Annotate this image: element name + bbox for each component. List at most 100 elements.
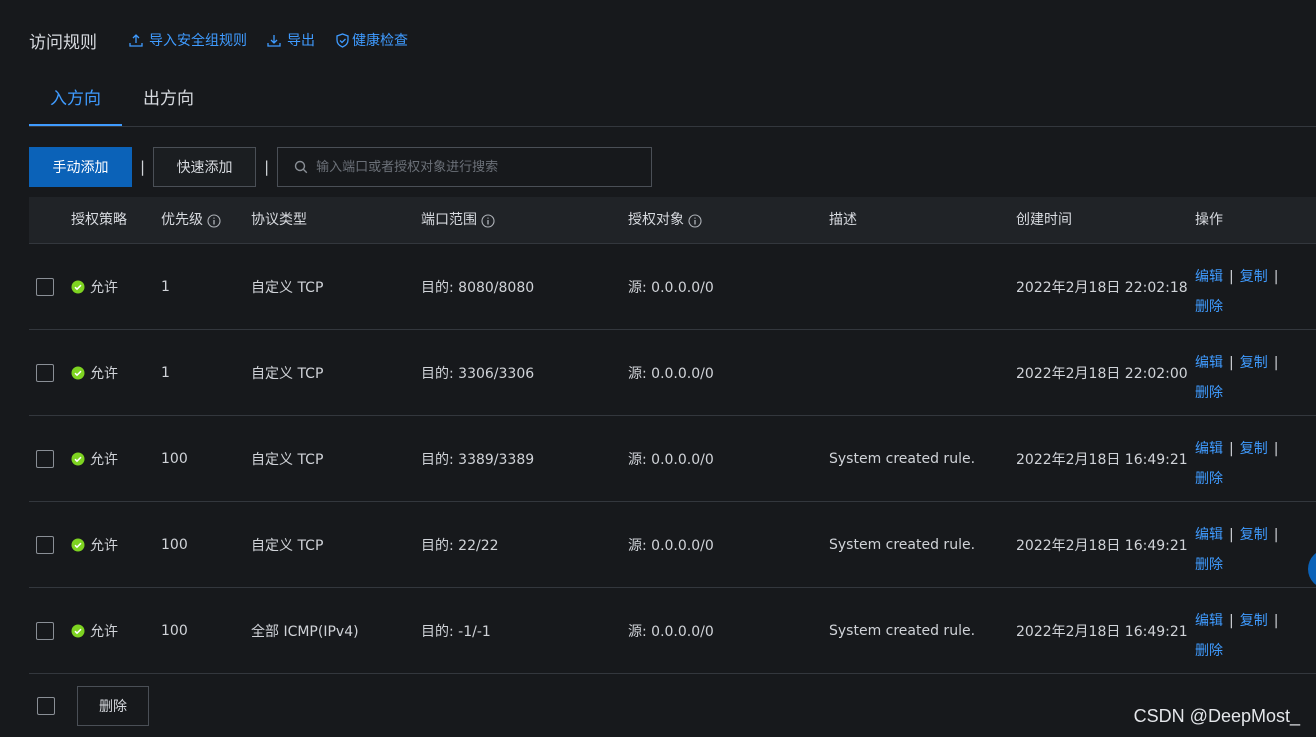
- row-cell-checkbox: [36, 244, 54, 330]
- manual-add-button[interactable]: 手动添加: [29, 147, 132, 187]
- info-icon[interactable]: [207, 213, 221, 228]
- rules-table: 授权策略 优先级 协议类型 端口范围 授权对象 描述 创建时间 操作 允许 1 自定…: [29, 197, 1316, 674]
- priority-value: 1: [161, 279, 170, 295]
- delete-link[interactable]: 删除: [1195, 385, 1223, 401]
- auth-object-value: 源: 0.0.0.0/0: [628, 280, 714, 296]
- batch-delete-button[interactable]: 删除: [77, 686, 149, 726]
- protocol-value: 自定义 TCP: [251, 280, 324, 296]
- priority-value: 1: [161, 365, 170, 381]
- select-all-checkbox[interactable]: [37, 697, 55, 715]
- delete-link[interactable]: 删除: [1195, 471, 1223, 487]
- export-label: 导出: [287, 33, 315, 49]
- op-separator: |: [1273, 613, 1279, 629]
- toolbar: 手动添加 | 快速添加 |: [29, 147, 653, 187]
- table-row: 允许 100 全部 ICMP(IPv4) 目的: -1/-1 源: 0.0.0.0/0 S…: [29, 588, 1316, 674]
- row-cell-action: 允许: [71, 502, 118, 588]
- info-icon[interactable]: [481, 213, 495, 228]
- op-separator: |: [1273, 269, 1279, 285]
- op-separator: |: [1273, 441, 1279, 457]
- edit-link[interactable]: 编辑: [1195, 441, 1223, 457]
- port-range-value: 目的: 8080/8080: [421, 280, 535, 296]
- copy-link[interactable]: 复制: [1240, 355, 1268, 371]
- port-range-value: 目的: 3389/3389: [421, 452, 535, 468]
- export-link[interactable]: 导出: [267, 30, 315, 50]
- edit-link[interactable]: 编辑: [1195, 269, 1223, 285]
- table-header: 授权策略 优先级 协议类型 端口范围 授权对象 描述 创建时间 操作: [29, 197, 1316, 244]
- copy-link[interactable]: 复制: [1240, 527, 1268, 543]
- check-circle-icon: [71, 452, 85, 466]
- import-rules-link[interactable]: 导入安全组规则: [129, 30, 247, 50]
- row-operations: 编辑 | 复制 | 删除: [1195, 262, 1316, 322]
- description-value: System created rule.: [829, 451, 976, 467]
- col-action: 授权策略: [71, 197, 127, 244]
- row-checkbox[interactable]: [36, 364, 54, 382]
- delete-link[interactable]: 删除: [1195, 643, 1223, 659]
- priority-value: 100: [161, 537, 188, 553]
- copy-link[interactable]: 复制: [1240, 441, 1268, 457]
- action-label: 允许: [90, 280, 118, 296]
- row-cell-checkbox: [36, 588, 54, 674]
- col-description: 描述: [829, 197, 857, 244]
- watermark: CSDN @DeepMost_: [1133, 706, 1300, 726]
- edit-link[interactable]: 编辑: [1195, 613, 1223, 629]
- page-header: 访问规则 导入安全组规则 导出 健康检查: [29, 28, 428, 53]
- edit-link[interactable]: 编辑: [1195, 527, 1223, 543]
- import-rules-label: 导入安全组规则: [149, 33, 247, 49]
- created-time-value: 2022年2月18日 16:49:21: [1016, 538, 1188, 554]
- row-operations: 编辑 | 复制 | 删除: [1195, 348, 1316, 408]
- op-separator: |: [1229, 527, 1234, 543]
- search-input[interactable]: [314, 158, 639, 176]
- port-range-value: 目的: 3306/3306: [421, 366, 535, 382]
- auth-object-value: 源: 0.0.0.0/0: [628, 624, 714, 640]
- col-ops-label: 操作: [1195, 212, 1223, 228]
- table-row: 允许 100 自定义 TCP 目的: 3389/3389 源: 0.0.0.0/0 Sys…: [29, 416, 1316, 502]
- col-time-label: 创建时间: [1016, 212, 1072, 228]
- page-title: 访问规则: [29, 32, 97, 53]
- check-circle-icon: [71, 624, 85, 638]
- check-circle-icon: [71, 538, 85, 552]
- quick-add-button[interactable]: 快速添加: [153, 147, 257, 187]
- protocol-value: 全部 ICMP(IPv4): [251, 624, 359, 640]
- created-time-value: 2022年2月18日 22:02:18: [1016, 280, 1188, 296]
- delete-link[interactable]: 删除: [1195, 299, 1223, 315]
- search-icon: [294, 160, 308, 174]
- toolbar-separator: |: [140, 158, 146, 176]
- tab-outbound[interactable]: 出方向: [122, 76, 215, 126]
- table-row: 允许 1 自定义 TCP 目的: 3306/3306 源: 0.0.0.0/0 2022年…: [29, 330, 1316, 416]
- row-checkbox[interactable]: [36, 278, 54, 296]
- action-label: 允许: [90, 452, 118, 468]
- col-auth-object: 授权对象: [628, 197, 702, 244]
- created-time-value: 2022年2月18日 22:02:00: [1016, 366, 1188, 382]
- row-cell-checkbox: [36, 416, 54, 502]
- copy-link[interactable]: 复制: [1240, 269, 1268, 285]
- row-cell-action: 允许: [71, 588, 118, 674]
- direction-tabs: 入方向 出方向: [29, 76, 1316, 127]
- col-desc-label: 描述: [829, 212, 857, 228]
- protocol-value: 自定义 TCP: [251, 366, 324, 382]
- protocol-value: 自定义 TCP: [251, 538, 324, 554]
- check-circle-icon: [71, 366, 85, 380]
- delete-link[interactable]: 删除: [1195, 557, 1223, 573]
- table-row: 允许 100 自定义 TCP 目的: 22/22 源: 0.0.0.0/0 System …: [29, 502, 1316, 588]
- row-operations: 编辑 | 复制 | 删除: [1195, 434, 1316, 494]
- health-check-link[interactable]: 健康检查: [335, 30, 408, 50]
- col-created-time: 创建时间: [1016, 197, 1072, 244]
- shield-check-icon: [336, 32, 349, 48]
- info-icon[interactable]: [688, 213, 702, 228]
- upload-icon: [129, 34, 143, 47]
- description-value: System created rule.: [829, 623, 976, 639]
- auth-object-value: 源: 0.0.0.0/0: [628, 538, 714, 554]
- col-priority-label: 优先级: [161, 212, 203, 228]
- row-operations: 编辑 | 复制 | 删除: [1195, 606, 1316, 666]
- tab-inbound[interactable]: 入方向: [29, 76, 122, 126]
- row-checkbox[interactable]: [36, 450, 54, 468]
- edit-link[interactable]: 编辑: [1195, 355, 1223, 371]
- action-label: 允许: [90, 624, 118, 640]
- row-cell-checkbox: [36, 502, 54, 588]
- row-checkbox[interactable]: [36, 622, 54, 640]
- created-time-value: 2022年2月18日 16:49:21: [1016, 624, 1188, 640]
- table-row: 允许 1 自定义 TCP 目的: 8080/8080 源: 0.0.0.0/0 2022年…: [29, 244, 1316, 330]
- row-checkbox[interactable]: [36, 536, 54, 554]
- col-object-label: 授权对象: [628, 212, 684, 228]
- copy-link[interactable]: 复制: [1240, 613, 1268, 629]
